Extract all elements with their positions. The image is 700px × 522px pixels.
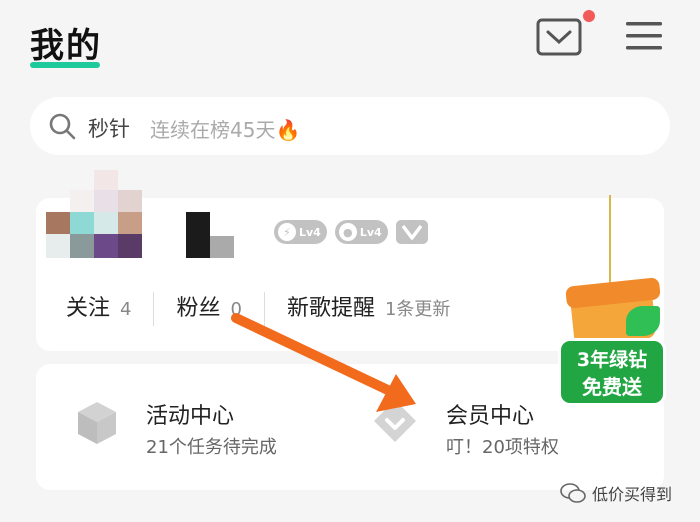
- promo-badge[interactable]: 3年绿钻 免费送: [556, 277, 668, 412]
- menu-icon[interactable]: [624, 18, 664, 54]
- diamond-icon: [372, 398, 418, 444]
- mail-icon[interactable]: [536, 18, 582, 56]
- stat-new-songs[interactable]: 新歌提醒 1条更新: [263, 292, 472, 326]
- wechat-icon: [560, 483, 586, 503]
- disc-icon: ●: [338, 223, 357, 241]
- activity-center-title[interactable]: 活动中心: [146, 398, 234, 430]
- vip-center-title[interactable]: 会员中心: [446, 398, 534, 430]
- search-icon: [48, 112, 76, 140]
- badge-level: Lv4: [359, 225, 382, 239]
- username-mosaic: [186, 212, 236, 258]
- avatar[interactable]: [46, 170, 142, 260]
- lightning-badge[interactable]: ⚡ Lv4: [274, 220, 327, 244]
- search-bar[interactable]: 秒针 连续在榜45天🔥: [30, 97, 670, 155]
- promo-line2: 免费送: [582, 375, 642, 399]
- watermark: 低价买得到: [560, 478, 672, 508]
- activity-center-subtitle: 21个任务待完成: [146, 437, 277, 458]
- vip-center-subtitle: 叮！20项特权: [446, 437, 559, 458]
- stat-value: 1条更新: [384, 299, 451, 320]
- stats-row: 关注 4 粉丝 0 新歌提醒 1条更新: [66, 292, 472, 326]
- promo-tag: 3年绿钻 免费送: [558, 338, 666, 406]
- stat-value: 0: [230, 299, 242, 320]
- stat-label: 新歌提醒: [286, 296, 375, 321]
- v-icon: [401, 224, 423, 240]
- stat-fans[interactable]: 粉丝 0: [153, 292, 263, 326]
- disc-badge[interactable]: ● Lv4: [334, 220, 388, 244]
- page-title: 我的: [30, 26, 102, 66]
- vip-v-badge[interactable]: [395, 220, 428, 244]
- stat-label: 粉丝: [176, 296, 221, 321]
- stat-label: 关注: [66, 296, 111, 321]
- stat-value: 4: [120, 299, 132, 320]
- promo-string: [609, 195, 611, 295]
- search-tip: 连续在榜45天🔥: [150, 118, 301, 142]
- search-keyword: 秒针: [88, 117, 130, 141]
- promo-line1: 3年绿钻: [576, 349, 648, 371]
- title-underline: [30, 62, 100, 68]
- badge-level: Lv4: [299, 225, 321, 239]
- badge-row: ⚡ Lv4 ● Lv4: [274, 220, 428, 246]
- lightning-icon: ⚡: [278, 223, 296, 241]
- notification-dot: [583, 10, 595, 22]
- header: 我的: [0, 0, 700, 90]
- stat-following[interactable]: 关注 4: [66, 292, 153, 326]
- cube-icon: [76, 400, 118, 446]
- watermark-text: 低价买得到: [592, 485, 673, 504]
- leaf-icon: [626, 306, 660, 336]
